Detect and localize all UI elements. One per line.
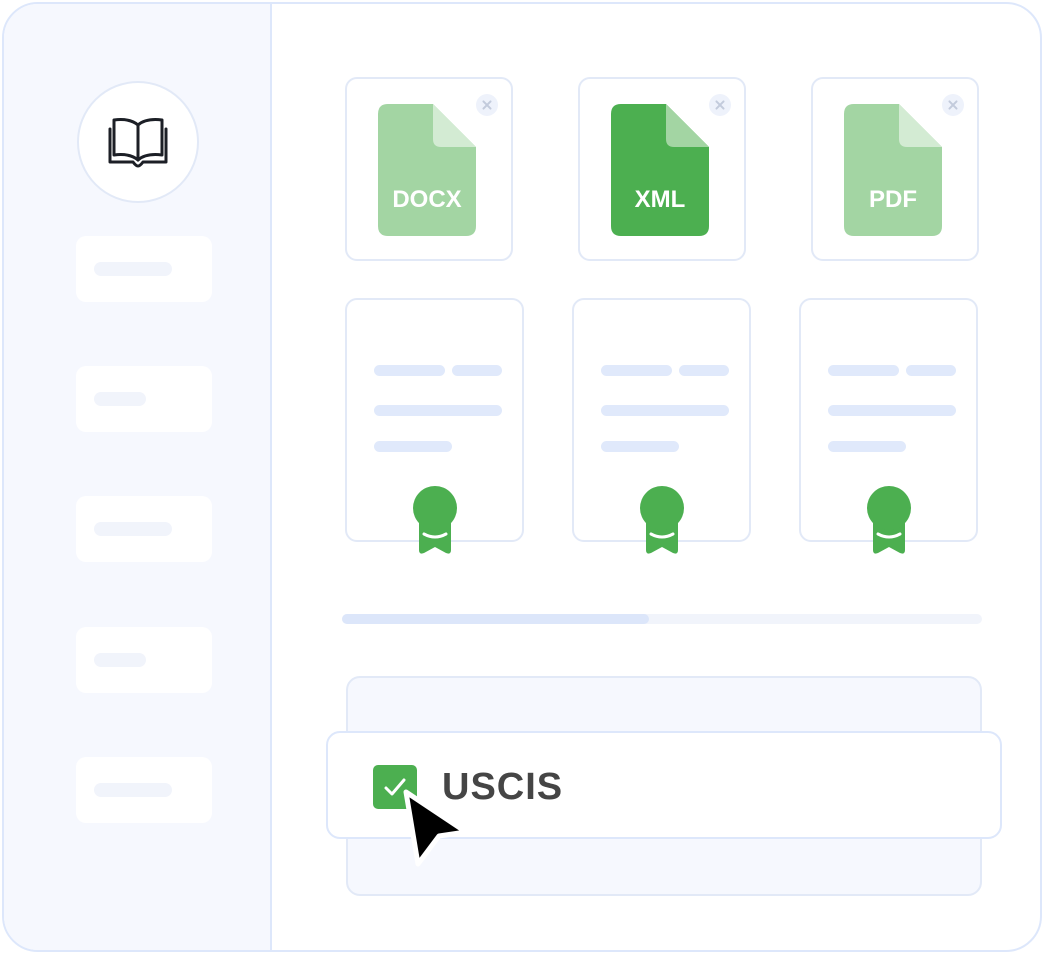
text-placeholder	[601, 365, 672, 376]
app-logo[interactable]	[77, 81, 199, 203]
open-book-icon	[108, 118, 168, 168]
file-fold	[666, 104, 709, 147]
certificate-card[interactable]	[799, 298, 978, 554]
sidebar-item-4[interactable]	[76, 627, 212, 693]
close-icon[interactable]	[942, 94, 964, 116]
app-window: DOCX XML PDF USCIS	[2, 2, 1042, 952]
file-type-label: DOCX	[392, 186, 462, 213]
file-body	[611, 104, 709, 236]
sidebar-item-placeholder	[94, 653, 146, 667]
sidebar-item-2[interactable]	[76, 366, 212, 432]
docx-file-icon	[378, 104, 476, 236]
text-placeholder	[679, 365, 729, 376]
text-placeholder	[906, 365, 956, 376]
file-card-xml[interactable]: XML	[578, 77, 746, 261]
file-type-label: PDF	[869, 186, 917, 213]
text-placeholder	[374, 365, 445, 376]
file-body	[378, 104, 476, 236]
close-icon[interactable]	[476, 94, 498, 116]
sidebar-item-3[interactable]	[76, 496, 212, 562]
sidebar	[4, 4, 272, 950]
award-badge-icon	[413, 486, 457, 554]
progress-bar	[342, 614, 982, 624]
pdf-file-icon	[844, 104, 942, 236]
text-placeholder	[452, 365, 502, 376]
text-placeholder	[828, 405, 956, 416]
sidebar-item-placeholder	[94, 262, 172, 276]
file-fold	[433, 104, 476, 147]
text-placeholder	[374, 441, 452, 452]
file-card-pdf[interactable]: PDF	[811, 77, 979, 261]
sidebar-item-placeholder	[94, 392, 146, 406]
text-placeholder	[601, 405, 729, 416]
file-card-docx[interactable]: DOCX	[345, 77, 513, 261]
text-placeholder	[601, 441, 679, 452]
text-placeholder	[828, 365, 899, 376]
text-placeholder	[828, 441, 906, 452]
sidebar-item-placeholder	[94, 522, 172, 536]
award-badge-icon	[867, 486, 911, 554]
award-badge-icon	[640, 486, 684, 554]
close-icon[interactable]	[709, 94, 731, 116]
sidebar-item-5[interactable]	[76, 757, 212, 823]
certificate-card[interactable]	[345, 298, 524, 554]
file-fold	[899, 104, 942, 147]
file-body	[844, 104, 942, 236]
mouse-pointer-icon	[403, 789, 469, 867]
progress-fill	[342, 614, 650, 624]
file-type-label: XML	[634, 186, 686, 213]
xml-file-icon	[611, 104, 709, 236]
sidebar-item-1[interactable]	[76, 236, 212, 302]
certificate-card[interactable]	[572, 298, 751, 554]
text-placeholder	[374, 405, 502, 416]
sidebar-item-placeholder	[94, 783, 172, 797]
